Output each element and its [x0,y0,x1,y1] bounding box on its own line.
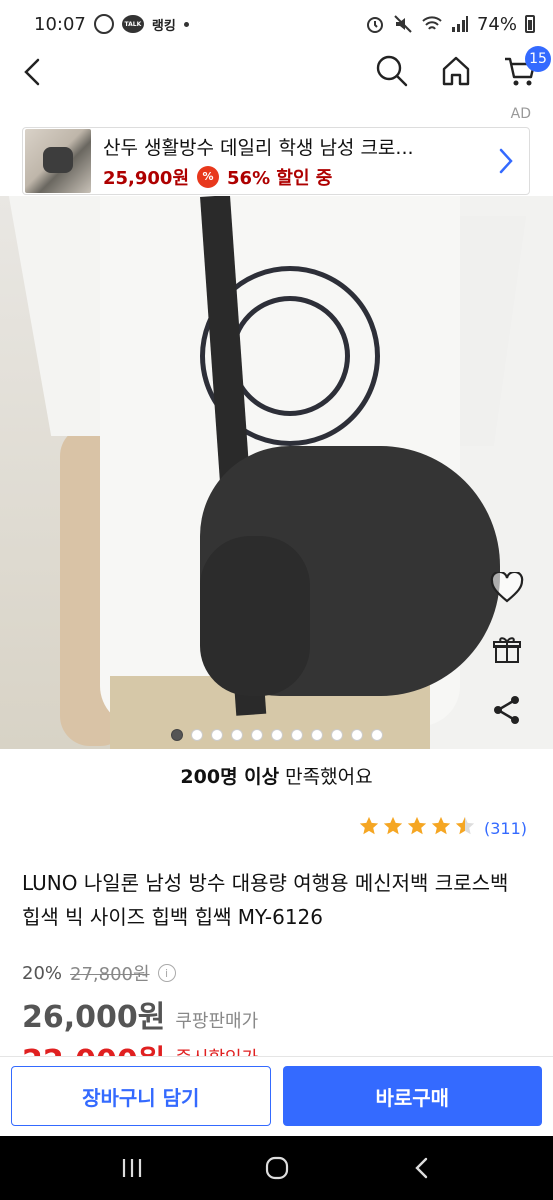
discount-icon: % [197,165,220,188]
search-icon [376,55,408,87]
coupang-price-label: 쿠팡판매가 [175,1011,259,1032]
cart-button[interactable]: 15 [501,46,551,90]
satisfaction-count: 200명 이상 [180,766,280,788]
ad-banner[interactable]: 산두 생활방수 데일리 학생 남성 크로... 25,900원 % 56% 할인… [22,127,530,195]
ad-title: 산두 생활방수 데일리 학생 남성 크로... [103,136,414,159]
star-icon [406,815,428,841]
sale-price: 22,000원 [22,1036,165,1056]
info-icon[interactable]: i [157,964,176,982]
wishlist-button[interactable] [487,568,527,608]
carousel-dot[interactable] [250,729,263,741]
ad-label: AD [510,106,531,122]
system-nav-bar [0,1136,553,1200]
notification-icon [93,14,114,34]
chevron-left-icon [24,58,40,86]
ad-arrow [491,141,521,181]
original-price: 27,800원 [70,964,150,985]
sale-price-label: 즉시할인가 [175,1044,258,1056]
star-icon [358,815,380,841]
battery-percent: 74% [476,13,517,35]
mute-icon [394,15,412,33]
home-icon [442,56,470,86]
home-nav-icon[interactable] [264,1155,290,1181]
product-title: LUNO 나일론 남성 방수 대용량 여행용 메신저백 크로스백 힙색 빅 사이… [22,871,509,929]
carousel-indicator [0,729,553,741]
product-image-carousel[interactable] [0,196,553,749]
signal-icon [451,16,468,32]
alarm-icon [366,17,383,33]
carousel-dot[interactable] [370,729,383,741]
carousel-dot[interactable] [290,729,303,741]
coupang-price: 26,000원 [22,1000,166,1035]
recent-apps-icon[interactable] [120,1157,144,1179]
gift-icon [493,637,521,663]
star-icon [454,815,476,841]
star-icon [382,815,404,841]
review-count[interactable]: (311) [484,819,527,838]
carousel-dot[interactable] [190,729,203,741]
ad-thumbnail [25,129,91,193]
satisfaction-text: 200명 이상 만족했어요 [0,762,553,789]
heart-icon [490,572,524,603]
buy-now-button[interactable]: 바로구매 [282,1066,542,1126]
carousel-dot[interactable] [350,729,363,741]
gift-button[interactable] [487,630,527,670]
discount-rate: 20% [22,962,63,984]
carousel-dot[interactable] [330,729,343,741]
ad-price: 25,900원 [103,167,190,189]
wifi-icon [422,16,442,30]
star-icon [430,815,452,841]
status-time: 10:07 [34,13,86,35]
chevron-right-icon [499,148,513,174]
back-nav-icon[interactable] [411,1156,433,1180]
sale-price-row: 22,000원 즉시할인가 [22,1036,258,1056]
share-button[interactable] [487,690,527,730]
status-bar: 10:07 TALK 랭킹 74% [0,0,553,48]
share-icon [494,696,519,724]
ad-discount: 56% 할인 중 [227,167,333,189]
ranking-app-label: 랭킹 [151,18,176,34]
kakaotalk-icon: TALK [121,15,144,33]
carousel-dot[interactable] [310,729,323,741]
search-button[interactable] [373,52,411,90]
carousel-dot[interactable] [210,729,223,741]
cart-count-badge: 15 [525,46,551,72]
price-row: 26,000원 쿠팡판매가 [22,992,258,1036]
carousel-dot[interactable] [270,729,283,741]
rating-summary[interactable]: (311) [358,815,527,841]
more-notifications-icon [183,21,189,27]
star-rating [358,815,476,841]
carousel-dot[interactable] [230,729,243,741]
add-to-cart-button[interactable]: 장바구니 담기 [11,1066,271,1126]
top-nav: 15 [0,46,553,98]
original-price-row: 20% 27,800원 i [22,960,176,986]
carousel-dot[interactable] [170,729,183,741]
home-button[interactable] [437,52,475,90]
bottom-action-bar: 장바구니 담기 바로구매 [0,1056,553,1136]
battery-icon [525,15,535,33]
back-button[interactable] [16,54,52,90]
satisfaction-label: 만족했어요 [279,766,373,788]
